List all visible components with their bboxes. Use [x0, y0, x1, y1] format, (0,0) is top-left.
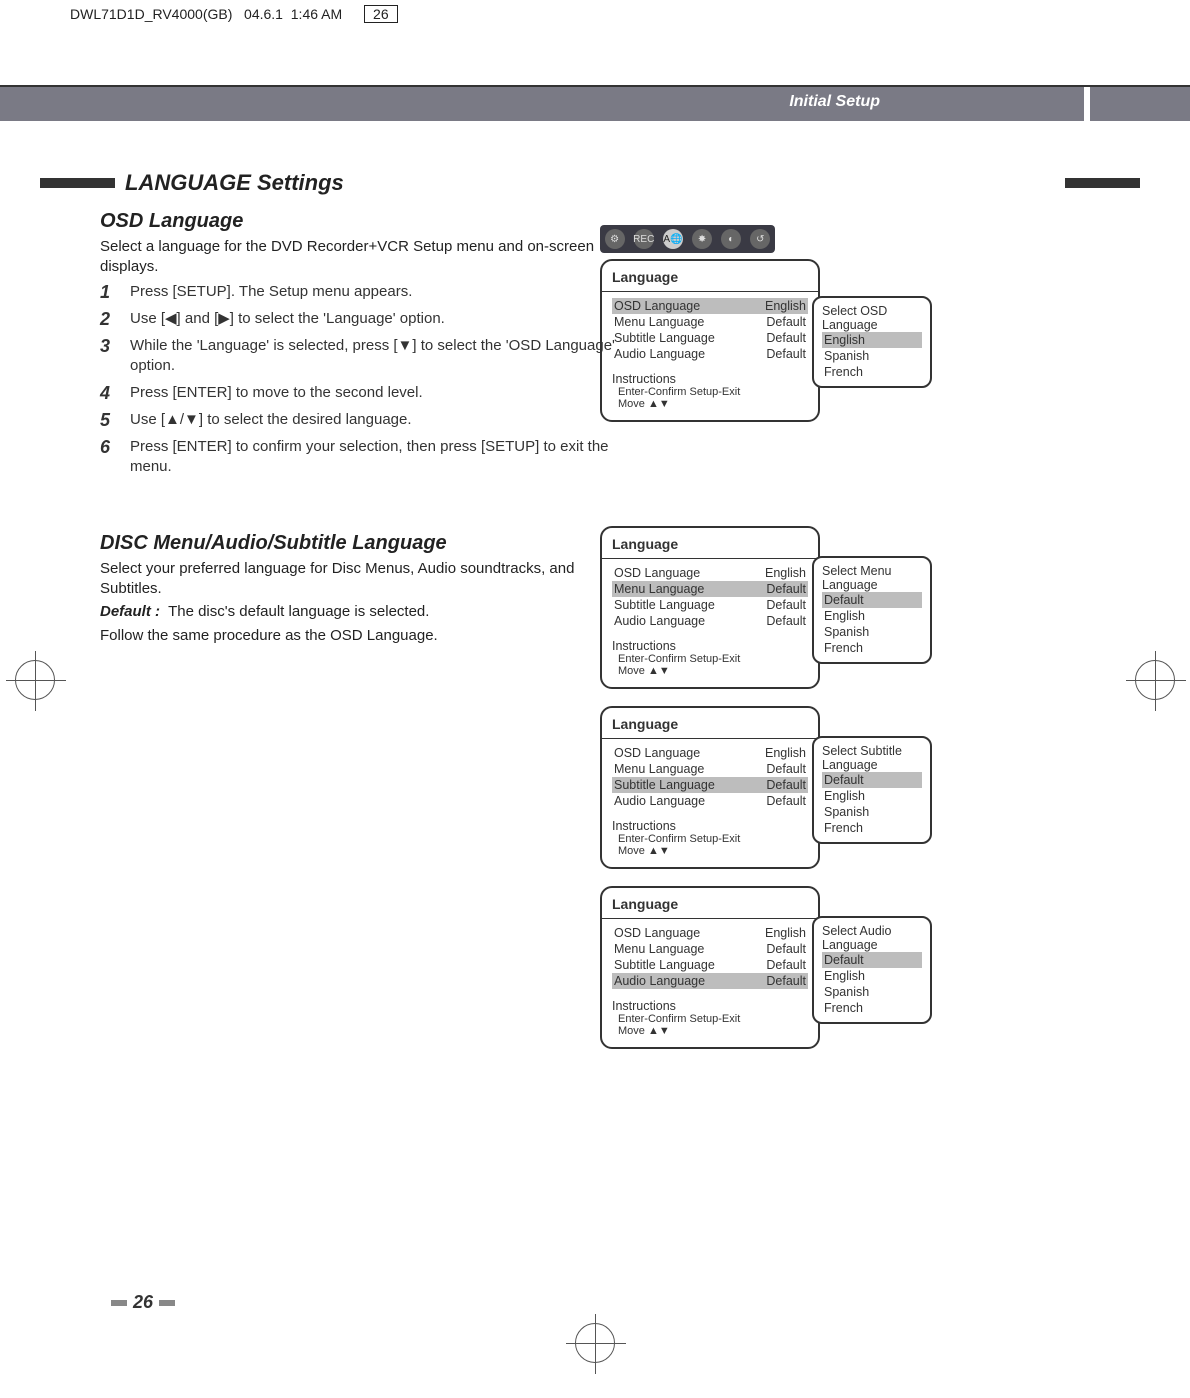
row-osd-language: OSD LanguageEnglish: [612, 925, 808, 941]
popup-option: Spanish: [822, 348, 922, 364]
disc-default: Default : The disc's default language is…: [100, 602, 615, 622]
popup-option: English: [822, 788, 922, 804]
panel-title: Language: [612, 896, 808, 912]
row-subtitle-language: Subtitle LanguageDefault: [612, 597, 808, 613]
step-text: Press [ENTER] to move to the second leve…: [130, 383, 615, 404]
menu-popup: Select Menu Language Default English Spa…: [812, 556, 932, 664]
crop-mark-icon: [15, 660, 55, 700]
row-osd-language: OSD LanguageEnglish: [612, 565, 808, 581]
step-text: Press [ENTER] to confirm your selection,…: [130, 437, 615, 478]
audio-popup: Select Audio Language Default English Sp…: [812, 916, 932, 1024]
language-panel: Language OSD LanguageEnglish Menu Langua…: [600, 259, 820, 422]
file-time: 1:46 AM: [291, 6, 342, 22]
header-divider: [1084, 87, 1090, 121]
row-osd-language: OSD LanguageEnglish: [612, 298, 808, 314]
language-icon: A🌐: [663, 229, 683, 249]
step-text: Use [▲/▼] to select the desired language…: [130, 410, 615, 431]
row-menu-language: Menu LanguageDefault: [612, 314, 808, 330]
step-number: 5: [100, 410, 118, 431]
osd-screenshot: ⚙ REC A🌐 ✸ ◐ ↺ Language OSD LanguageEngl…: [600, 225, 950, 422]
subtitle-screenshot: Language OSD LanguageEnglish Menu Langua…: [600, 700, 950, 869]
row-subtitle-language: Subtitle LanguageDefault: [612, 957, 808, 973]
panel-instructions: Instructions Enter-Confirm Setup-Exit Mo…: [612, 372, 808, 410]
osd-language-section: OSD Language Select a language for the D…: [100, 210, 615, 477]
language-panel: Language OSD LanguageEnglish Menu Langua…: [600, 886, 820, 1049]
popup-option: Spanish: [822, 804, 922, 820]
row-subtitle-language: Subtitle LanguageDefault: [612, 330, 808, 346]
step-number: 4: [100, 383, 118, 404]
language-panel: Language OSD LanguageEnglish Menu Langua…: [600, 706, 820, 869]
popup-title: Select OSD Language: [822, 304, 922, 332]
osd-intro: Select a language for the DVD Recorder+V…: [100, 237, 615, 276]
osd-steps-list: 1Press [SETUP]. The Setup menu appears. …: [100, 282, 615, 477]
row-menu-language: Menu LanguageDefault: [612, 941, 808, 957]
file-header: DWL71D1D_RV4000(GB) 04.6.1 1:46 AM 26: [70, 5, 398, 23]
file-page-box: 26: [364, 5, 398, 23]
setup-tab-icons: ⚙ REC A🌐 ✸ ◐ ↺: [600, 225, 775, 253]
file-date: 04.6.1: [244, 6, 283, 22]
row-osd-language: OSD LanguageEnglish: [612, 745, 808, 761]
popup-option: Default: [822, 772, 922, 788]
panel-instructions: Instructions Enter-Confirm Setup-Exit Mo…: [612, 639, 808, 677]
section-title-row: LANGUAGE Settings: [40, 170, 1100, 196]
popup-option: French: [822, 1000, 922, 1016]
row-audio-language: Audio LanguageDefault: [612, 613, 808, 629]
disc-language-section: DISC Menu/Audio/Subtitle Language Select…: [100, 532, 615, 645]
popup-title: Select Subtitle Language: [822, 744, 922, 772]
install-icon: ⚙: [605, 229, 625, 249]
step-number: 2: [100, 309, 118, 330]
popup-option: French: [822, 820, 922, 836]
language-panel: Language OSD LanguageEnglish Menu Langua…: [600, 526, 820, 689]
panel-title: Language: [612, 536, 808, 552]
row-audio-language: Audio LanguageDefault: [612, 973, 808, 989]
rec-icon: REC: [634, 229, 654, 249]
subtitle-popup: Select Subtitle Language Default English…: [812, 736, 932, 844]
header-bar: Initial Setup: [0, 85, 1190, 121]
page-number: 26: [105, 1292, 181, 1313]
popup-option: English: [822, 608, 922, 624]
popup-option: Spanish: [822, 624, 922, 640]
menu-screenshot: Language OSD LanguageEnglish Menu Langua…: [600, 520, 950, 689]
popup-option: English: [822, 332, 922, 348]
row-subtitle-language: Subtitle LanguageDefault: [612, 777, 808, 793]
disc-title: DISC Menu/Audio/Subtitle Language: [100, 532, 615, 555]
popup-option: Spanish: [822, 984, 922, 1000]
popup-option: French: [822, 364, 922, 380]
panel-instructions: Instructions Enter-Confirm Setup-Exit Mo…: [612, 819, 808, 857]
popup-option: Default: [822, 952, 922, 968]
step-text: While the 'Language' is selected, press …: [130, 336, 615, 377]
crop-mark-icon: [1135, 660, 1175, 700]
breadcrumb: Initial Setup: [789, 93, 880, 111]
panel-title: Language: [612, 716, 808, 732]
popup-option: French: [822, 640, 922, 656]
step-number: 6: [100, 437, 118, 478]
section-title: LANGUAGE Settings: [125, 170, 344, 196]
file-name: DWL71D1D_RV4000(GB): [70, 6, 232, 22]
step-text: Press [SETUP]. The Setup menu appears.: [130, 282, 615, 303]
disc-intro: Select your preferred language for Disc …: [100, 559, 615, 598]
panel-title: Language: [612, 269, 808, 285]
row-menu-language: Menu LanguageDefault: [612, 761, 808, 777]
popup-option: Default: [822, 592, 922, 608]
disc-follow: Follow the same procedure as the OSD Lan…: [100, 626, 615, 646]
popup-title: Select Audio Language: [822, 924, 922, 952]
row-audio-language: Audio LanguageDefault: [612, 346, 808, 362]
step-text: Use [◀] and [▶] to select the 'Language'…: [130, 309, 615, 330]
popup-option: English: [822, 968, 922, 984]
preferences-icon: ✸: [692, 229, 712, 249]
audio-screenshot: Language OSD LanguageEnglish Menu Langua…: [600, 880, 950, 1049]
step-number: 1: [100, 282, 118, 303]
osd-title: OSD Language: [100, 210, 615, 233]
osd-popup: Select OSD Language English Spanish Fren…: [812, 296, 932, 388]
popup-title: Select Menu Language: [822, 564, 922, 592]
row-audio-language: Audio LanguageDefault: [612, 793, 808, 809]
row-menu-language: Menu LanguageDefault: [612, 581, 808, 597]
title-bar-right-icon: [1065, 178, 1140, 188]
return-icon: ↺: [750, 229, 770, 249]
step-number: 3: [100, 336, 118, 377]
crop-mark-icon: [575, 1323, 615, 1363]
title-bar-left-icon: [40, 178, 115, 188]
system-icon: ◐: [721, 229, 741, 249]
panel-instructions: Instructions Enter-Confirm Setup-Exit Mo…: [612, 999, 808, 1037]
